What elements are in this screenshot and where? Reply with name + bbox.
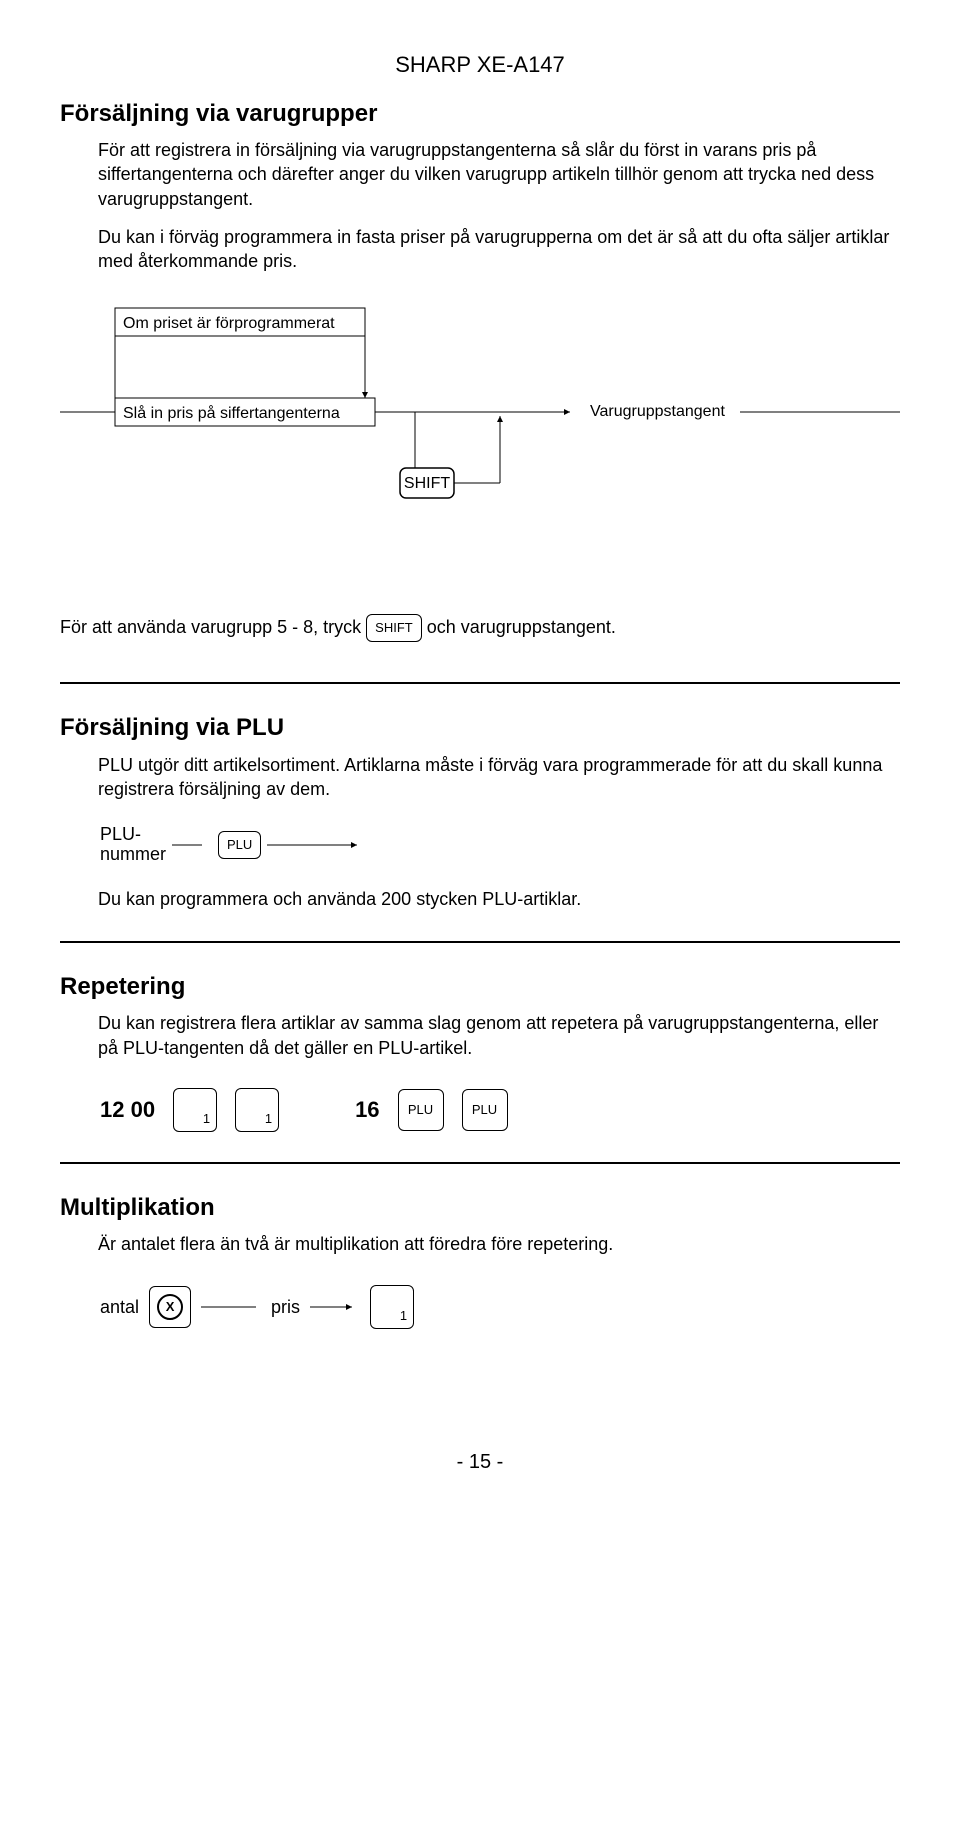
antal-label: antal (100, 1295, 139, 1319)
dept-key-1b: 1 (235, 1088, 279, 1132)
plu-number-label: PLU- nummer (100, 825, 166, 865)
section1-p2: Du kan i förväg programmera in fasta pri… (98, 225, 900, 274)
plu-label-1: PLU- (100, 824, 141, 844)
arrow-icon-4 (310, 1297, 360, 1317)
shift-usage-line: För att använda varugrupp 5 - 8, tryck S… (60, 614, 900, 642)
section4-heading: Multiplikation (60, 1192, 900, 1224)
section1-p1: För att registrera in försäljning via va… (98, 138, 900, 211)
diagram-box-enter-price: Slå in pris på siffertangenterna (123, 404, 340, 422)
x-key: X (149, 1286, 191, 1328)
document-header: SHARP XE-A147 (60, 50, 900, 80)
dept-key-1a: 1 (173, 1088, 217, 1132)
pris-label: pris (271, 1295, 300, 1319)
separator-2 (60, 941, 900, 943)
separator-1 (60, 682, 900, 684)
page-number: - 15 - (60, 1449, 900, 1476)
section2-p1: PLU utgör ditt artikelsortiment. Artikla… (98, 753, 900, 802)
plu-key-a: PLU (398, 1089, 444, 1131)
shift-pre-text: För att använda varugrupp 5 - 8, tryck (60, 617, 361, 637)
plu-key-b: PLU (462, 1089, 508, 1131)
multiplication-row: antal X pris 1 (100, 1285, 900, 1329)
plu-diagram-row: PLU- nummer PLU (100, 825, 900, 865)
repeat-num2: 16 (355, 1095, 379, 1125)
section3-heading: Repetering (60, 971, 900, 1003)
diagram-shift-key: SHIFT (404, 475, 450, 492)
section2-p2: Du kan programmera och använda 200 styck… (98, 887, 900, 911)
repeat-example-row: 12 00 1 1 16 PLU PLU (100, 1088, 900, 1132)
section2-heading: Försäljning via PLU (60, 712, 900, 744)
section3-p1: Du kan registrera flera artiklar av samm… (98, 1011, 900, 1060)
repeat-num1: 12 00 (100, 1095, 155, 1125)
diagram-vg-label: Varugruppstangent (590, 403, 725, 420)
shift-post-text: och varugruppstangent. (427, 617, 616, 637)
shift-key-inline: SHIFT (366, 614, 422, 642)
separator-3 (60, 1162, 900, 1164)
dept-key-mult: 1 (370, 1285, 414, 1329)
arrow-icon-3 (201, 1297, 261, 1317)
x-circle-icon: X (157, 1294, 183, 1320)
diagram-box-preprogrammed: Om priset är förprogrammerat (123, 315, 335, 332)
section1-heading: Försäljning via varugrupper (60, 98, 900, 130)
arrow-icon (172, 835, 212, 855)
plu-label-2: nummer (100, 844, 166, 864)
flow-diagram: Om priset är förprogrammerat Slå in pris… (60, 298, 900, 558)
arrow-icon-2 (267, 835, 367, 855)
plu-key: PLU (218, 831, 261, 859)
section4-p1: Är antalet flera än två är multiplikatio… (98, 1232, 900, 1256)
